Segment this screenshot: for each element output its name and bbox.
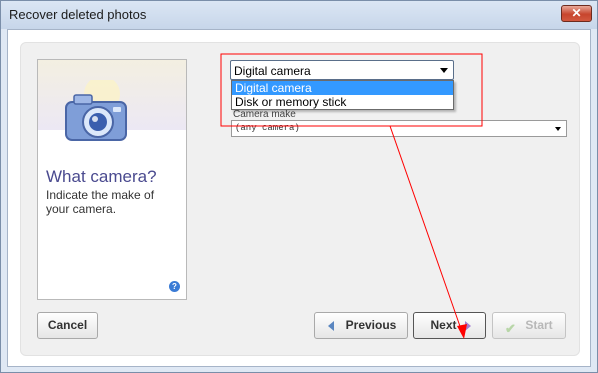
step-info-card: What camera? Indicate the make of your c… xyxy=(37,59,187,300)
source-type-value: Digital camera xyxy=(234,64,311,78)
camera-icon xyxy=(65,80,127,141)
chevron-down-icon[interactable] xyxy=(440,68,448,73)
next-button-label: Next xyxy=(430,318,457,332)
camera-make-select[interactable]: (any camera) xyxy=(231,120,567,137)
start-button-label: Start xyxy=(525,318,553,332)
dialog-window: Recover deleted photos ✕ What camera? In… xyxy=(0,0,598,373)
client-area: What camera? Indicate the make of your c… xyxy=(7,29,591,367)
close-icon: ✕ xyxy=(571,6,582,20)
arrow-right-icon xyxy=(465,321,471,331)
previous-button-label: Previous xyxy=(345,318,397,332)
arrow-left-icon xyxy=(328,321,334,331)
chevron-down-icon[interactable] xyxy=(555,127,561,131)
cancel-button-label: Cancel xyxy=(47,318,88,332)
next-button[interactable]: Next xyxy=(413,312,486,339)
dropdown-option-disk[interactable]: Disk or memory stick xyxy=(232,95,453,109)
previous-button[interactable]: Previous xyxy=(314,312,408,339)
start-button[interactable]: ✔ Start xyxy=(492,312,566,339)
check-icon: ✔ xyxy=(505,321,516,336)
title-bar[interactable]: Recover deleted photos ✕ xyxy=(1,1,597,29)
window-title: Recover deleted photos xyxy=(9,7,147,22)
source-type-dropdown[interactable]: Digital camera Disk or memory stick xyxy=(231,80,454,110)
step-heading: What camera? xyxy=(46,167,157,186)
camera-make-value: (any camera) xyxy=(235,123,300,133)
close-button[interactable]: ✕ xyxy=(561,5,592,22)
source-type-select[interactable]: Digital camera xyxy=(230,60,454,80)
dropdown-option-digital-camera[interactable]: Digital camera xyxy=(232,81,453,95)
camera-make-label: Camera make xyxy=(233,109,296,120)
cancel-button[interactable]: Cancel xyxy=(37,312,98,339)
help-icon[interactable]: ? xyxy=(169,281,180,292)
wizard-panel: What camera? Indicate the make of your c… xyxy=(20,42,580,356)
step-description: Indicate the make of your camera. xyxy=(46,188,155,216)
